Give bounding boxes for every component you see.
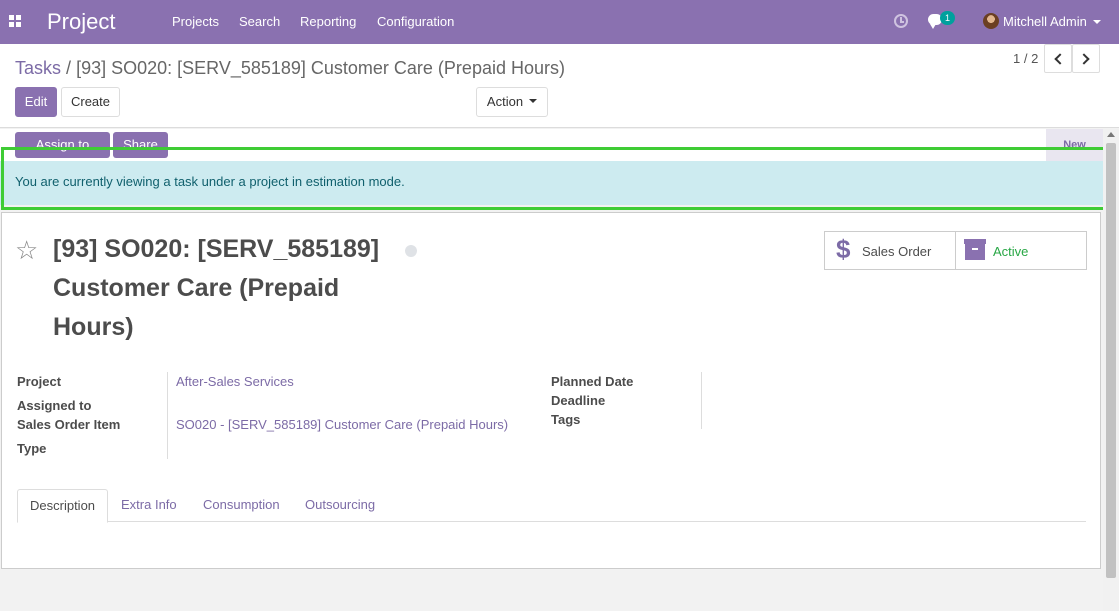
pager-next-button[interactable] [1072, 44, 1100, 73]
deadline-label: Deadline [551, 393, 606, 408]
notebook-tabs: Description Extra Info Consumption Outso… [17, 489, 1086, 523]
active-status-label: Active [993, 244, 1029, 259]
breadcrumb-current: [93] SO020: [SERV_585189] Customer Care … [76, 58, 565, 78]
kanban-state-icon[interactable] [405, 245, 417, 257]
tab-consumption[interactable]: Consumption [191, 489, 292, 522]
dollar-icon: $ [836, 234, 851, 264]
right-field-separator [701, 372, 702, 429]
pager-value[interactable]: 1 / 2 [1013, 51, 1038, 66]
user-menu-name[interactable]: Mitchell Admin [1003, 14, 1087, 29]
scrollbar-thumb[interactable] [1106, 143, 1116, 578]
scroll-up-arrow-icon[interactable] [1107, 132, 1115, 137]
assigned-to-label: Assigned to [17, 398, 92, 413]
active-toggle-button[interactable]: Active [955, 232, 1086, 269]
user-menu-caret-icon[interactable] [1093, 20, 1101, 24]
edit-button[interactable]: Edit [15, 87, 57, 117]
priority-star-icon[interactable]: ☆ [15, 237, 38, 263]
breadcrumb-separator: / [66, 58, 72, 78]
planned-date-label: Planned Date [551, 374, 634, 389]
action-caret-icon [529, 98, 538, 103]
assigned-to-field[interactable] [176, 398, 506, 414]
archive-icon [964, 239, 986, 260]
create-button[interactable]: Create [61, 87, 120, 117]
sales-order-item-field[interactable]: SO020 - [SERV_585189] Customer Care (Pre… [176, 417, 508, 432]
tab-description[interactable]: Description [17, 489, 109, 523]
apps-menu-icon[interactable] [9, 15, 21, 27]
menu-projects[interactable]: Projects [172, 14, 219, 29]
messages-count-badge: 1 [940, 11, 955, 25]
sales-order-smart-button[interactable]: $ Sales Order [825, 232, 955, 269]
task-title[interactable]: [93] SO020: [SERV_585189] Customer Care … [53, 230, 408, 347]
type-field[interactable] [176, 441, 506, 457]
stage-new[interactable]: New [1046, 129, 1103, 162]
form-statusbar: Assign to Me Share New [0, 129, 1103, 178]
app-title[interactable]: Project [47, 9, 115, 35]
type-label: Type [17, 441, 47, 456]
estimation-mode-alert: You are currently viewing a task under a… [0, 161, 1103, 205]
tab-outsourcing[interactable]: Outsourcing [293, 489, 387, 522]
project-field[interactable]: After-Sales Services [176, 374, 294, 389]
share-button[interactable]: Share [113, 132, 168, 158]
menu-search[interactable]: Search [239, 14, 280, 29]
activity-clock-icon[interactable] [894, 14, 908, 28]
left-field-separator [167, 372, 168, 459]
menu-configuration[interactable]: Configuration [377, 14, 454, 29]
sales-order-item-label: Sales Order Item [17, 417, 121, 432]
breadcrumb-tasks-link[interactable]: Tasks [15, 58, 61, 78]
sales-order-label: Sales Order [862, 244, 932, 259]
project-label: Project [17, 374, 62, 389]
action-dropdown-button[interactable]: Action [476, 87, 548, 117]
chevron-right-icon [1078, 53, 1090, 65]
chatter-area [0, 570, 1103, 611]
chevron-left-icon [1054, 53, 1066, 65]
form-sheet: ☆ [93] SO020: [SERV_585189] Customer Car… [1, 212, 1101, 569]
breadcrumb: Tasks / [93] SO020: [SERV_585189] Custom… [15, 58, 565, 79]
top-navbar: Project Projects Search Reporting Config… [0, 0, 1119, 44]
page-scrollbar[interactable] [1103, 129, 1119, 611]
tab-extra-info[interactable]: Extra Info [109, 489, 189, 522]
menu-reporting[interactable]: Reporting [300, 14, 356, 29]
tags-label: Tags [551, 412, 581, 427]
control-panel: Tasks / [93] SO020: [SERV_585189] Custom… [0, 44, 1119, 128]
action-label: Action [486, 94, 524, 109]
assign-to-me-button[interactable]: Assign to Me [15, 132, 110, 178]
pager-previous-button[interactable] [1044, 44, 1072, 73]
smart-buttons: $ Sales Order Active [824, 231, 1087, 270]
user-avatar[interactable] [983, 13, 999, 29]
